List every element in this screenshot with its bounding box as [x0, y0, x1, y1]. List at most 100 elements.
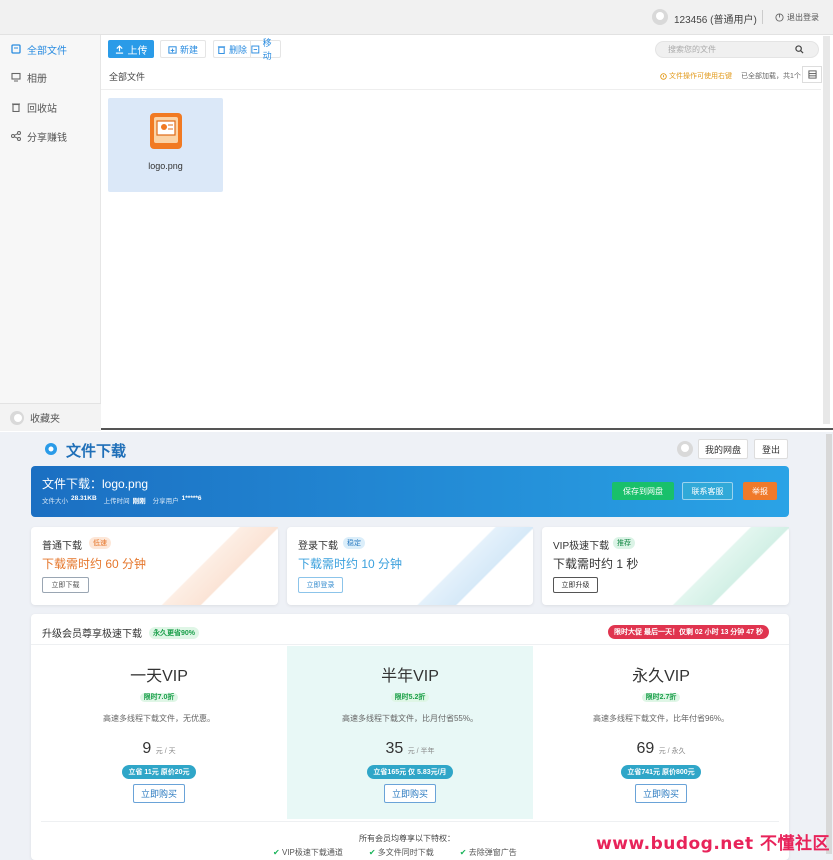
check-icon: ✔	[273, 848, 280, 857]
plan-description: 高速多线程下载文件，比年付省96%。	[592, 714, 729, 723]
plan-name: 半年VIP	[381, 668, 439, 685]
upload-time: 刚刚	[132, 498, 146, 505]
file-size: 28.31KB	[71, 495, 97, 502]
sidebar-item-label: 相册	[27, 73, 47, 85]
plan-unit: 元 / 半年	[407, 748, 435, 755]
move-button[interactable]: 移动	[250, 38, 281, 61]
perk-item: ✔ 多文件同时下载	[369, 847, 434, 858]
search-placeholder: 搜索您的文件	[668, 45, 716, 54]
check-icon: ✔	[368, 848, 376, 857]
wait-time: 下载需时约 60 分钟	[42, 557, 147, 571]
avatar	[10, 410, 24, 425]
time-label: 上传时间	[103, 498, 130, 505]
plan-name: 一天VIP	[130, 668, 188, 685]
view-toggle-button[interactable]	[802, 66, 822, 83]
contact-service-button[interactable]: 联系客服	[682, 482, 733, 500]
promo-countdown: 限时大促 最后一天！仅剩 02 小时 13 分钟 47 秒	[608, 625, 769, 639]
my-disk-button[interactable]: 我的网盘	[698, 439, 748, 459]
image-file-icon	[150, 113, 182, 149]
report-button[interactable]: 举报	[743, 482, 777, 500]
download-option-vip: VIP极速下载 推荐 下载需时约 1 秒 立即升级	[542, 527, 789, 605]
delete-button[interactable]: 删除	[213, 40, 250, 58]
upgrade-now-button[interactable]: 立即升级	[553, 577, 598, 593]
file-meta: 文件大小 28.31KB 上传时间 刚刚 分享用户 1*****6	[42, 495, 202, 505]
login-now-button[interactable]: 立即登录	[298, 577, 343, 593]
logout-link[interactable]: 退出登录	[775, 12, 819, 23]
plan-description: 高速多线程下载文件，比月付省55%。	[341, 714, 478, 723]
option-title: VIP极速下载	[553, 541, 610, 552]
plan-savings: 立省741元 原价800元	[621, 765, 701, 779]
plan-description: 高速多线程下载文件，无优惠。	[103, 714, 215, 723]
file-item[interactable]: logo.png	[108, 98, 223, 192]
divider	[101, 89, 821, 90]
buy-now-button[interactable]: 立即购买	[384, 784, 436, 803]
new-button[interactable]: 新建	[160, 40, 206, 58]
brand-title[interactable]: 文件下载	[66, 440, 126, 461]
plan-price: 35	[385, 740, 404, 757]
buy-now-button[interactable]: 立即购买	[635, 784, 687, 803]
check-icon: ✔	[459, 848, 467, 857]
sidebar-item-album[interactable]: 相册	[0, 63, 101, 91]
share-icon	[10, 131, 21, 142]
vip-plan-day: 一天VIP 限时7.0折 高速多线程下载文件，无优惠。 9 元 / 天 立省 1…	[31, 646, 287, 819]
power-icon	[775, 13, 784, 22]
user-avatar[interactable]	[677, 441, 693, 457]
user-avatar[interactable]	[652, 9, 668, 25]
plan-name: 永久VIP	[632, 668, 690, 685]
scrollbar[interactable]	[823, 36, 830, 424]
monitor-icon	[10, 72, 21, 83]
buy-now-button[interactable]: 立即购买	[133, 784, 185, 803]
banner-title: 文件下载：logo.png	[42, 477, 149, 491]
card-decoration	[417, 527, 533, 605]
divider	[41, 821, 779, 822]
trash-icon	[217, 45, 226, 54]
card-decoration	[161, 527, 278, 605]
plan-savings: 立省 11元 原价20元	[122, 765, 196, 779]
download-option-login: 登录下载 稳定 下载需时约 10 分钟 立即登录	[287, 527, 533, 605]
perk-item: ✔ 去除弹窗广告	[460, 847, 517, 858]
upload-icon	[115, 44, 123, 54]
divider	[762, 10, 763, 24]
upload-button[interactable]: 上传	[108, 40, 154, 58]
divider	[31, 644, 789, 645]
sidebar-item-all-files[interactable]: 全部文件	[0, 35, 101, 63]
wait-time: 下载需时约 10 分钟	[298, 557, 403, 571]
breadcrumb[interactable]: 全部文件	[109, 70, 145, 83]
speed-tag: 低速	[89, 537, 111, 549]
vip-plan-half-year: 半年VIP 限时5.2折 高速多线程下载文件，比月付省55%。 35 元 / 半…	[287, 646, 533, 819]
plan-discount: 限时5.2折	[390, 693, 430, 702]
option-title: 普通下载	[42, 541, 82, 552]
perk-label: 去除弹窗广告	[468, 848, 517, 857]
move-icon	[251, 45, 260, 53]
loaded-status: 已全部加载，共1个	[741, 73, 801, 80]
plan-price-row: 69 元 / 永久	[533, 740, 789, 758]
user-name[interactable]: 123456 (普通用户)	[674, 11, 757, 26]
trash-icon	[10, 102, 21, 113]
info-icon	[660, 72, 667, 80]
sidebar-item-recycle[interactable]: 回收站	[0, 93, 101, 121]
download-now-button[interactable]: 立即下载	[42, 577, 89, 593]
logout-button[interactable]: 登出	[754, 439, 788, 459]
size-label: 文件大小	[42, 498, 68, 505]
sidebar-item-label: 回收站	[27, 103, 57, 115]
perk-label: 多文件同时下载	[377, 848, 434, 857]
upload-label: 上传	[127, 45, 148, 57]
file-name: logo.png	[148, 161, 183, 171]
plan-price-row: 35 元 / 半年	[287, 740, 533, 758]
scrollbar[interactable]	[826, 434, 832, 854]
favorites-label: 收藏夹	[30, 414, 60, 425]
file-manager-window: 123456 (普通用户) 退出登录 全部文件 相册 回收站 分享赚钱 收藏夹	[0, 0, 833, 431]
sidebar: 全部文件 相册 回收站 分享赚钱 收藏夹	[0, 35, 101, 431]
save-to-disk-button[interactable]: 保存到网盘	[612, 482, 674, 500]
plan-savings: 立省165元 仅 5.83元/月	[367, 765, 453, 779]
sidebar-favorites[interactable]: 收藏夹	[0, 403, 101, 431]
perk-item: ✔ VIP极速下载通道	[273, 847, 343, 858]
search-icon[interactable]	[795, 45, 804, 54]
sharer-name: 1*****6	[181, 495, 202, 502]
new-label: 新建	[179, 44, 198, 55]
brand-logo-icon	[40, 440, 62, 458]
plan-unit: 元 / 永久	[658, 748, 686, 755]
vip-plan-lifetime: 永久VIP 限时2.7折 高速多线程下载文件，比年付省96%。 69 元 / 永…	[533, 646, 789, 819]
plan-price: 9	[142, 740, 152, 757]
sidebar-item-share[interactable]: 分享赚钱	[0, 122, 101, 150]
